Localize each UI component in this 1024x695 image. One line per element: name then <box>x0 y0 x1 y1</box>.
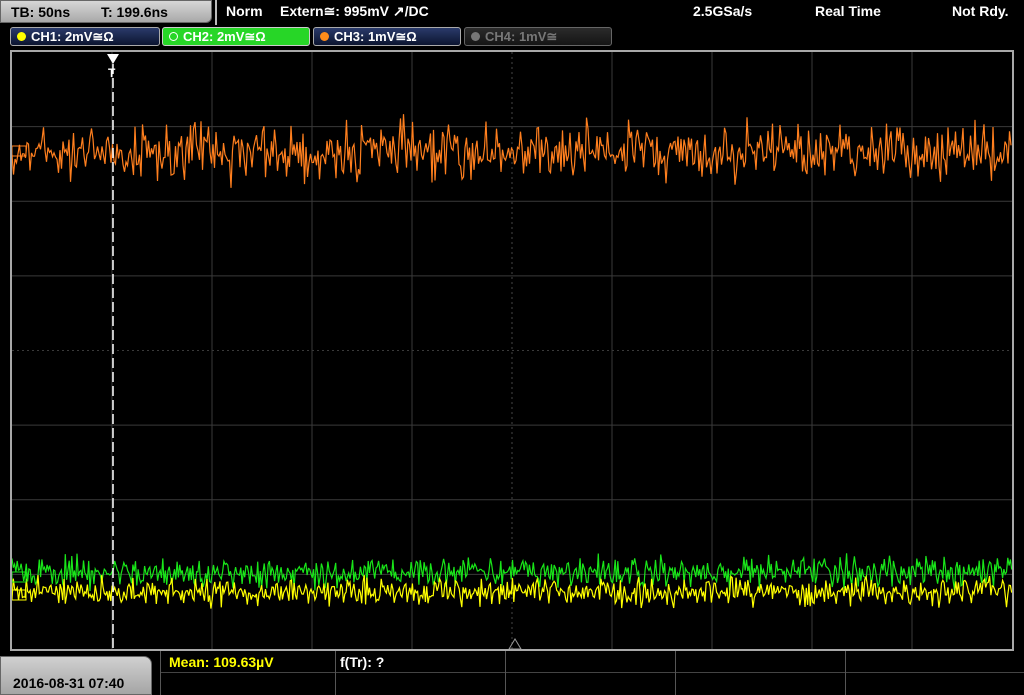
timebase-label: TB: 50ns <box>11 4 71 20</box>
channel-1-label: CH1: 2mV≅Ω <box>31 29 114 44</box>
channel-tabs: CH1: 2mV≅Ω CH2: 2mV≅Ω CH3: 1mV≅Ω CH4: 1m… <box>0 26 1024 48</box>
waveform-display[interactable]: T <box>10 50 1014 651</box>
channel-3-label: CH3: 1mV≅Ω <box>334 29 417 44</box>
channel-3-dot-icon <box>320 32 329 41</box>
datetime-label: 2016-08-31 07:40 <box>13 675 125 691</box>
measurement-ftr: f(Tr): ? <box>340 654 385 670</box>
measurement-empty-cell-1[interactable] <box>505 651 675 695</box>
sample-rate[interactable]: 2.5GSa/s <box>693 3 752 19</box>
channel-2-dot-icon <box>169 32 178 41</box>
channel-1-tab[interactable]: CH1: 2mV≅Ω <box>10 27 160 46</box>
trigger-marker-icon[interactable] <box>107 54 119 64</box>
measurement-ftr-cell[interactable]: f(Tr): ? <box>335 651 505 695</box>
channel-2-tab[interactable]: CH2: 2mV≅Ω <box>162 27 310 46</box>
measurement-empty-cell-2[interactable] <box>675 651 845 695</box>
trigger-time-label: T: 199.6ns <box>101 4 168 20</box>
datetime-box: 2016-08-31 07:40 <box>0 656 152 695</box>
timebase-box[interactable]: TB: 50ns T: 199.6ns <box>0 0 212 23</box>
trigger-source[interactable]: Extern≅: 995mV ↗/DC <box>280 3 429 20</box>
channel-4-tab[interactable]: CH4: 1mV≅ <box>464 27 612 46</box>
acquisition-status: Not Rdy. <box>952 3 1009 19</box>
channel-3-trace <box>12 114 1012 188</box>
top-status-bar: TB: 50ns T: 199.6ns Norm Extern≅: 995mV … <box>0 0 1024 25</box>
channel-2-label: CH2: 2mV≅Ω <box>183 29 266 44</box>
trigger-marker-label: T <box>108 66 116 80</box>
channel-4-label: CH4: 1mV≅ <box>485 29 558 44</box>
graticule <box>12 52 1012 649</box>
measurement-empty-cell-3[interactable] <box>845 651 1024 695</box>
channel-4-dot-icon <box>471 32 480 41</box>
waveform-svg: T <box>12 52 1012 649</box>
channel-3-tab[interactable]: CH3: 1mV≅Ω <box>313 27 461 46</box>
measurement-mean: Mean: 109.63µV <box>169 654 274 670</box>
horizontal-center-marker-icon <box>508 638 522 649</box>
acquisition-mode[interactable]: Real Time <box>815 3 881 19</box>
channel-1-dot-icon <box>17 32 26 41</box>
trigger-mode[interactable]: Norm <box>226 3 263 19</box>
measurement-mean-cell[interactable]: Mean: 109.63µV <box>160 651 335 695</box>
separator <box>215 0 217 25</box>
